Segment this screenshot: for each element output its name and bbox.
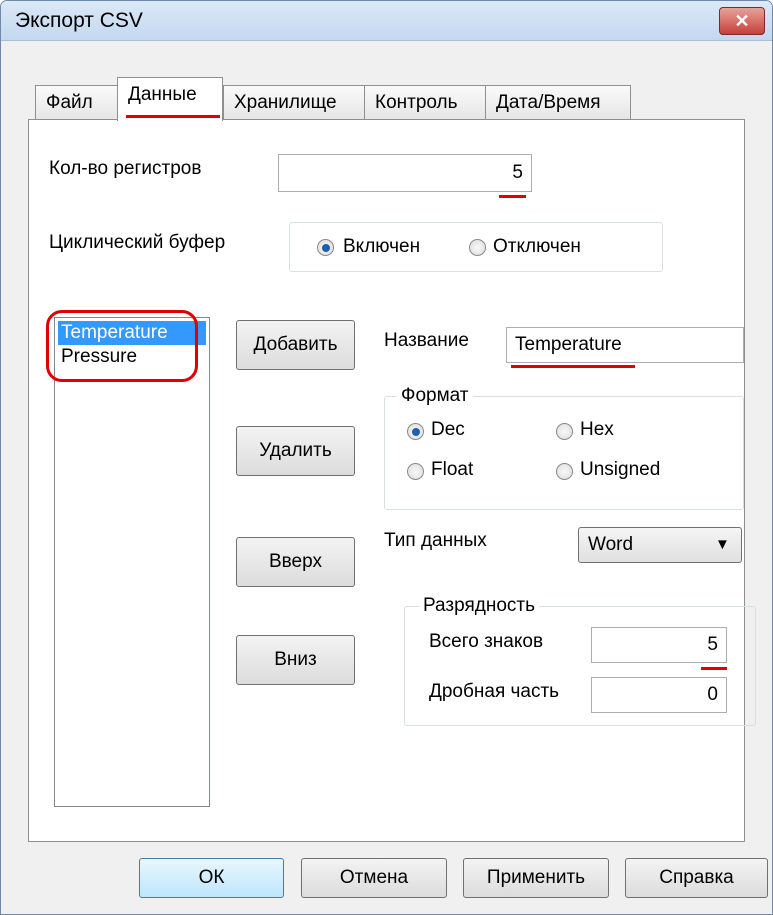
cancel-button[interactable]: Отмена [301,858,447,898]
fraction-label: Дробная часть [429,681,560,702]
tab-file-label: Файл [46,92,93,113]
cyclic-off-radio[interactable] [469,239,486,256]
data-tab-page: Кол-во регистров 5 Циклический буфер Вкл… [28,119,756,842]
name-value: Temperature [515,334,622,355]
total-digits-label: Всего знаков [429,631,544,652]
close-button[interactable]: ✕ [719,7,765,35]
add-button[interactable]: Добавить [236,320,355,370]
annotation-underline-name [511,365,635,368]
datatype-value: Word [588,534,634,555]
cancel-button-label: Отмена [339,867,409,888]
reg-count-label: Кол-во регистров [49,158,202,179]
delete-button[interactable]: Удалить [236,426,355,476]
digits-group-title: Разрядность [419,595,539,617]
format-float-label: Float [431,459,474,480]
tab-control[interactable]: Контроль [364,85,486,119]
tab-file[interactable]: Файл [35,85,118,119]
window-title: Экспорт CSV [15,9,143,32]
fraction-input[interactable]: 0 [591,677,727,713]
cyclic-on-radio[interactable] [317,239,334,256]
cyclic-on-label: Включен [343,236,421,257]
total-digits-value: 5 [707,634,718,655]
cyclic-buffer-group: Включен Отключен [289,222,663,272]
reg-count-input[interactable]: 5 [278,154,532,192]
datatype-label: Тип данных [384,530,487,551]
format-group: Формат Dec Hex Float Unsigned [384,385,744,510]
help-button-label: Справка [659,867,734,888]
annotation-underline-total-digits [701,667,727,670]
tab-data-label: Данные [128,84,197,105]
up-button-label: Вверх [269,551,322,572]
export-csv-dialog: Экспорт CSV ✕ Файл Данные Хранилище Конт… [0,0,773,915]
annotation-circle-list [46,310,198,382]
apply-button-label: Применить [486,867,586,888]
format-hex-radio[interactable] [556,423,573,440]
tab-datetime[interactable]: Дата/Время [485,85,631,119]
format-unsigned-radio[interactable] [556,463,573,480]
reg-count-value: 5 [512,162,523,183]
format-unsigned-label: Unsigned [580,459,661,480]
register-list[interactable]: Temperature Pressure [54,317,210,807]
datatype-select[interactable]: Word ▼ [578,527,742,563]
chevron-down-icon: ▼ [715,536,730,553]
format-hex-label: Hex [580,419,614,440]
tab-storage[interactable]: Хранилище [223,85,365,119]
name-label: Название [384,330,469,351]
up-button[interactable]: Вверх [236,537,355,587]
annotation-underline-reg-count [499,195,526,198]
format-dec-label: Dec [431,419,465,440]
down-button-label: Вниз [274,649,317,670]
down-button[interactable]: Вниз [236,635,355,685]
format-float-radio[interactable] [407,463,424,480]
apply-button[interactable]: Применить [463,858,609,898]
name-input[interactable]: Temperature [506,327,744,363]
close-icon: ✕ [734,11,750,31]
tab-storage-label: Хранилище [234,92,337,113]
add-button-label: Добавить [253,334,338,355]
help-button[interactable]: Справка [625,858,768,898]
digits-group: Разрядность Всего знаков 5 Дробная часть… [404,595,756,726]
format-group-title: Формат [397,385,473,407]
title-bar: Экспорт CSV ✕ [1,1,772,41]
total-digits-input[interactable]: 5 [591,627,727,663]
tab-control-label: Контроль [375,92,458,113]
cyclic-off-label: Отключен [493,236,581,257]
cyclic-buffer-label: Циклический буфер [49,232,226,253]
annotation-underline-tab [126,115,220,118]
fraction-value: 0 [707,684,718,705]
tab-datetime-label: Дата/Время [496,92,601,113]
ok-button-label: ОК [198,867,225,888]
format-dec-radio[interactable] [407,423,424,440]
delete-button-label: Удалить [259,440,332,461]
ok-button[interactable]: ОК [139,858,284,898]
